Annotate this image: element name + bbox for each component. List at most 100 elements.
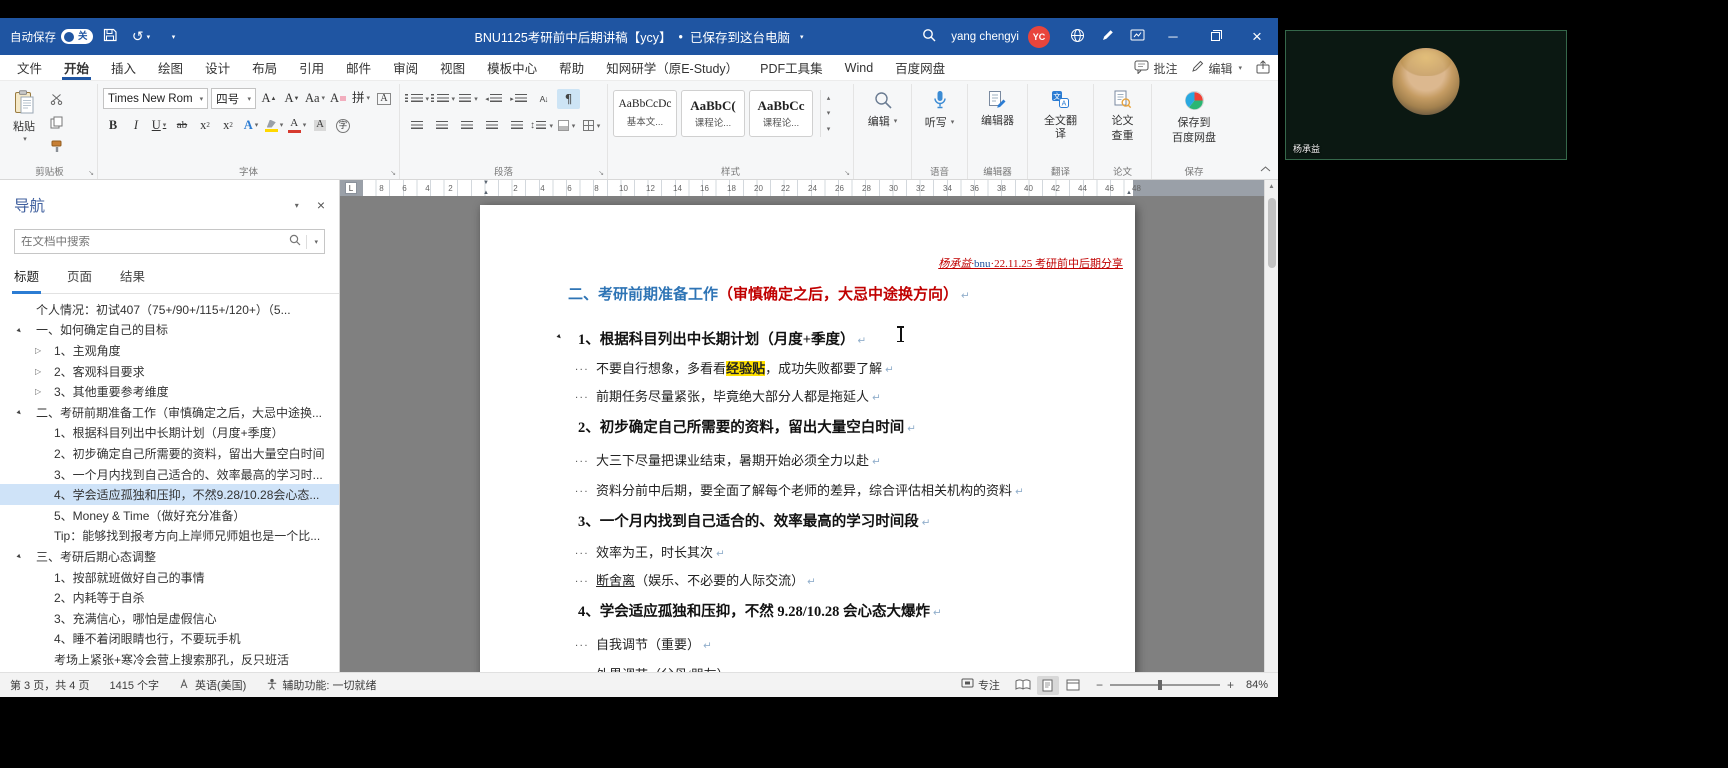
zoom-slider[interactable]: − + [1096, 678, 1234, 692]
bold-button[interactable]: B [103, 116, 123, 136]
tab-insert[interactable]: 插入 [100, 55, 147, 80]
numbered-item-line[interactable]: 2、初步确定自己所需要的资料，留出大量空白时间↵ [578, 416, 916, 437]
dictate-button[interactable]: 听写▾ [917, 86, 962, 134]
collapse-arrow-icon[interactable]: ▷ [35, 346, 41, 355]
tab-file[interactable]: 文件 [6, 55, 53, 80]
user-avatar[interactable]: YC [1028, 26, 1050, 48]
nav-tab-pages[interactable]: 页面 [67, 266, 92, 293]
phonetic-guide-button[interactable]: 拼▾ [351, 89, 371, 109]
horizontal-ruler[interactable]: L 8642 246810121416182022242628303234363… [340, 180, 1264, 196]
styles-gallery-more-button[interactable]: ▾ [821, 121, 836, 137]
nav-item[interactable]: 3、一个月内找到自己适合的、效率最高的学习时... [0, 464, 339, 485]
search-button[interactable] [914, 18, 944, 55]
nav-item[interactable]: 个人情况：初试407（75+/90+/115+/120+）（5... [0, 299, 339, 320]
vertical-scrollbar[interactable]: ▲ [1264, 180, 1278, 672]
search-input[interactable] [21, 236, 289, 248]
dialog-launcher-icon[interactable]: ↘ [844, 169, 850, 177]
minimize-button[interactable]: ─ [1152, 18, 1194, 55]
collapse-ribbon-button[interactable] [1260, 161, 1271, 175]
outline-collapse-icon[interactable]: ▾ [554, 332, 563, 341]
tab-baidu-netdisk[interactable]: 百度网盘 [884, 55, 956, 80]
zoom-track[interactable] [1110, 684, 1220, 686]
navigation-options-chevron-icon[interactable]: ▾ [295, 201, 299, 210]
nav-item[interactable]: 5、Money & Time（做好充分准备） [0, 505, 339, 526]
user-name[interactable]: yang chengyi [951, 31, 1019, 43]
sub-item-line[interactable]: ···不要自行想象，多看看经验贴，成功失败都要了解↵ [575, 358, 894, 377]
font-size-select[interactable]: 四号▾ [211, 88, 256, 109]
print-layout-button[interactable] [1037, 676, 1059, 695]
editor-button[interactable]: 编辑器 [973, 86, 1022, 132]
nav-item[interactable]: 2、内耗等于自杀 [0, 587, 339, 608]
dialog-launcher-icon[interactable]: ↘ [88, 169, 94, 177]
increase-indent-button[interactable]: ▸ [507, 89, 530, 109]
superscript-button[interactable]: x2 [218, 116, 238, 136]
zoom-out-icon[interactable]: − [1096, 678, 1103, 692]
page-number-status[interactable]: 第 3 页，共 4 页 [10, 677, 89, 693]
translate-button[interactable]: 文A 全文翻译 [1033, 86, 1088, 145]
tab-view[interactable]: 视图 [429, 55, 476, 80]
borders-button[interactable]: ▾ [580, 116, 603, 136]
tab-template-center[interactable]: 模板中心 [476, 55, 548, 80]
share-button[interactable] [1256, 60, 1270, 77]
nav-item[interactable]: 4、睡不着闭眼睛也行，不要玩手机 [0, 629, 339, 650]
align-center-button[interactable] [430, 116, 453, 136]
tab-home[interactable]: 开始 [53, 55, 100, 80]
collapse-arrow-icon[interactable]: ▷ [35, 387, 41, 396]
nav-item[interactable]: ▾一、如何确定自己的目标 [0, 320, 339, 341]
justify-button[interactable] [480, 116, 503, 136]
font-color-button[interactable]: A▾ [287, 116, 307, 136]
align-right-button[interactable] [455, 116, 478, 136]
scrollbar-thumb[interactable] [1268, 198, 1276, 268]
expand-arrow-icon[interactable]: ▾ [14, 325, 23, 334]
clear-formatting-button[interactable]: A [328, 89, 348, 109]
save-to-baidu-button[interactable]: 保存到百度网盘 [1157, 86, 1231, 149]
text-effects-button[interactable]: A▾ [241, 116, 261, 136]
dialog-launcher-icon[interactable]: ↘ [598, 169, 604, 177]
nav-item[interactable]: ▷3、其他重要参考维度 [0, 381, 339, 402]
strikethrough-button[interactable]: ab [172, 116, 192, 136]
format-painter-button[interactable] [44, 138, 68, 158]
zoom-thumb[interactable] [1158, 680, 1162, 690]
numbered-item-line[interactable]: 3、一个月内找到自己适合的、效率最高的学习时间段↵ [578, 510, 931, 531]
read-mode-button[interactable] [1012, 676, 1034, 695]
tab-layout[interactable]: 布局 [241, 55, 288, 80]
styles-scroll-up-button[interactable]: ▴ [821, 90, 836, 106]
sub-item-line[interactable]: ···资料分前中后期，要全面了解每个老师的差异，综合评估相关机构的资料↵ [575, 480, 1024, 499]
sort-button[interactable]: A↓ [532, 89, 555, 109]
nav-item[interactable]: ▾二、考研前期准备工作（审慎确定之后，大忌中途换... [0, 402, 339, 423]
page-header-text[interactable]: 杨承益·bnu·22.11.25 考研前中后期分享 [938, 255, 1123, 271]
nav-tab-headings[interactable]: 标题 [14, 266, 39, 293]
tab-stop-selector-icon[interactable]: L [345, 182, 357, 194]
tab-pdf-tools[interactable]: PDF工具集 [749, 55, 834, 80]
expand-arrow-icon[interactable]: ▾ [14, 552, 23, 561]
numbered-list-button[interactable]: ▾ [431, 89, 455, 109]
pen-button[interactable] [1092, 18, 1122, 55]
copy-button[interactable] [44, 114, 68, 134]
editing-menu-button[interactable]: 编辑▾ [859, 86, 906, 133]
sub-item-line[interactable]: ···断舍离（娱乐、不必要的人际交流）↵ [575, 570, 816, 589]
tab-cnki-estudy[interactable]: 知网研学（原E-Study） [595, 55, 749, 80]
autosave-switch[interactable]: 关 [61, 29, 93, 44]
nav-item[interactable]: Tip：能够找到报考方向上岸师兄师姐也是一个比... [0, 526, 339, 547]
font-name-select[interactable]: Times New Rom▾ [103, 88, 208, 109]
align-left-button[interactable] [405, 116, 428, 136]
tab-design[interactable]: 设计 [194, 55, 241, 80]
autosave-toggle[interactable]: 自动保存 关 [10, 29, 93, 45]
character-shading-button[interactable]: A [310, 116, 330, 136]
right-indent-marker[interactable]: ▲ [1126, 190, 1132, 196]
change-case-button[interactable]: Aa▾ [305, 89, 325, 109]
sub-item-line[interactable]: ···自我调节（重要）↵ [575, 634, 712, 653]
multilevel-list-button[interactable]: ▾ [457, 89, 480, 109]
tab-draw[interactable]: 绘图 [147, 55, 194, 80]
numbered-item-line[interactable]: 1、根据科目列出中长期计划（月度+季度）↵ [578, 328, 866, 349]
italic-button[interactable]: I [126, 116, 146, 136]
expand-arrow-icon[interactable]: ▾ [14, 408, 23, 417]
sub-item-line[interactable]: ···前期任务尽量紧张，毕竟绝大部分人都是拖延人↵ [575, 386, 881, 405]
sub-item-line[interactable]: ···外界调节（父母/朋友）↵ [575, 664, 741, 672]
tab-mailings[interactable]: 邮件 [335, 55, 382, 80]
nav-tab-results[interactable]: 结果 [120, 266, 145, 293]
distribute-button[interactable] [505, 116, 528, 136]
styles-scroll-down-button[interactable]: ▾ [821, 106, 836, 122]
quick-access-menu-button[interactable]: ▾ [158, 24, 186, 50]
heading-line[interactable]: 二、考研前期准备工作（审慎确定之后，大忌中途换方向）↵ [568, 283, 970, 304]
